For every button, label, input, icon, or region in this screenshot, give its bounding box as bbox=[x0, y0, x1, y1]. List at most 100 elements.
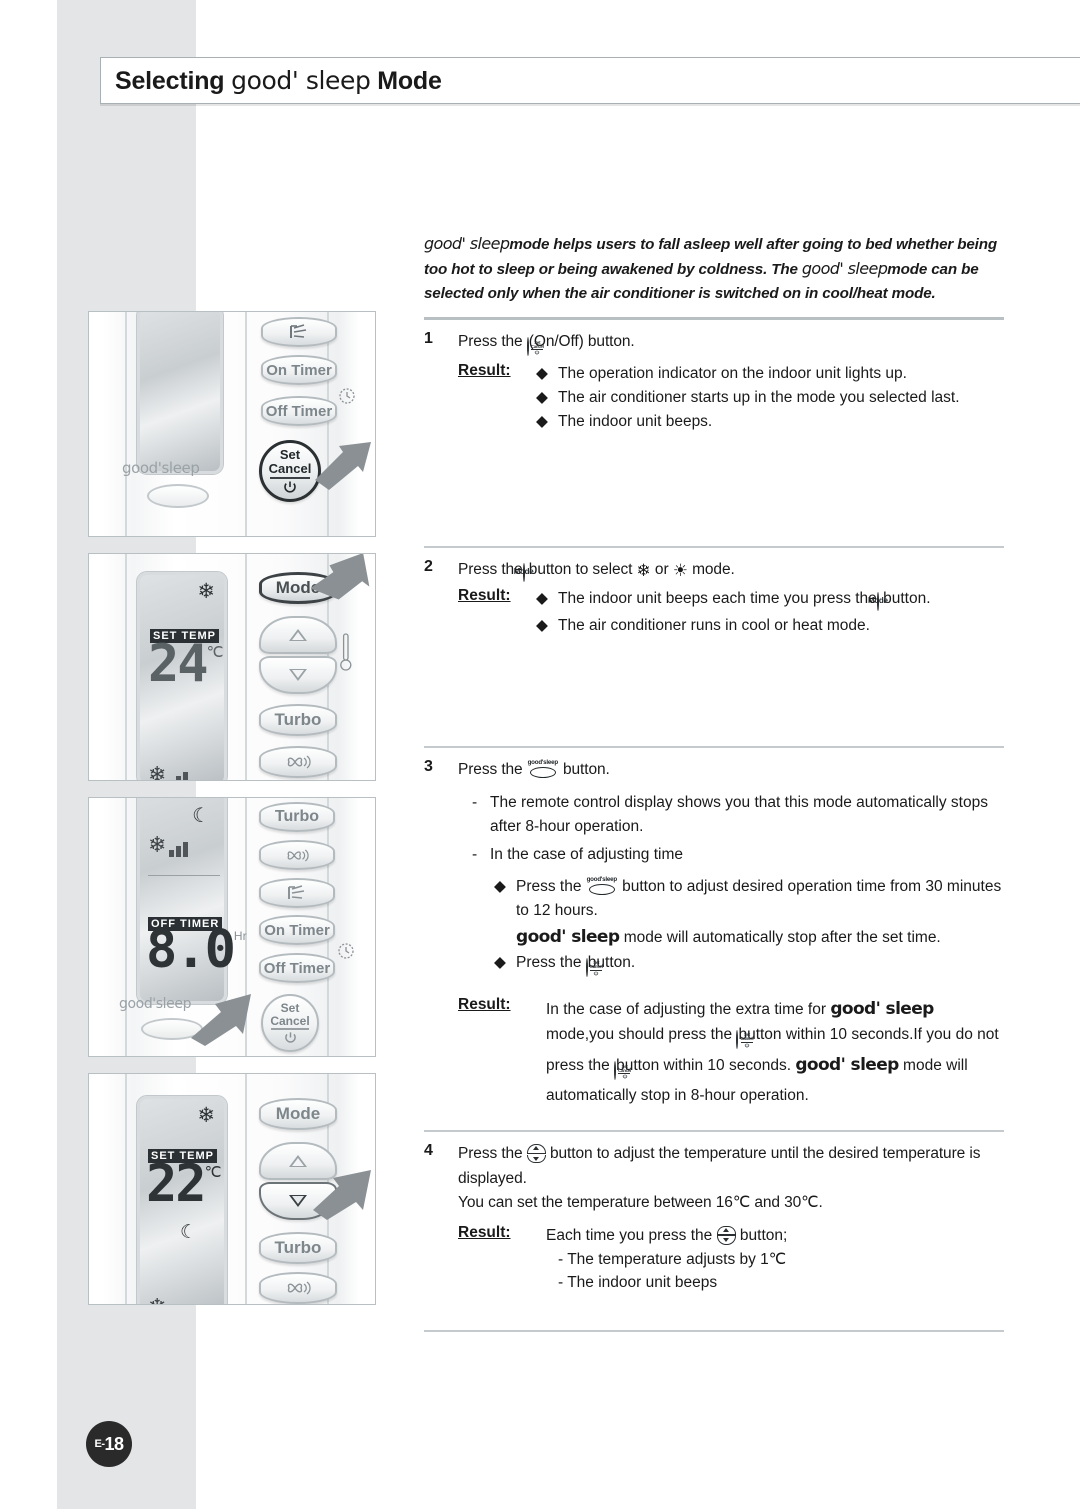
result-items: In the case of adjusting the extra time … bbox=[536, 996, 1004, 1108]
step-4: 4 Press the button to adjust the tempera… bbox=[424, 1142, 1004, 1215]
fan-speed-button[interactable] bbox=[259, 840, 335, 870]
lcd-content: ☾ ❄ OFF TIMER 8.0Hr bbox=[140, 798, 247, 1001]
panel-step1: good'sleep On Timer Off Timer Set Cancel bbox=[88, 311, 376, 537]
power-icon bbox=[284, 1032, 296, 1043]
set-cancel-button[interactable]: Set Cancel bbox=[259, 440, 321, 502]
step-text-a: Press the bbox=[458, 333, 523, 351]
set-cancel-button[interactable]: Set Cancel bbox=[261, 994, 319, 1052]
intro-brand: good' sleep bbox=[424, 234, 510, 253]
fan-speed-button[interactable] bbox=[259, 1272, 337, 1304]
cursor-arrow-icon bbox=[191, 994, 251, 1046]
fan-icon bbox=[287, 755, 311, 769]
step-number: 3 bbox=[424, 758, 433, 776]
result-line1-b: mode,you bbox=[546, 1025, 615, 1043]
step-1: 1 Press the Set Cancel (On/Off) button. bbox=[424, 330, 1004, 359]
result-item: ◆ The operation indicator on the indoor u… bbox=[536, 362, 1004, 386]
step-text: Press the good'sleep button. bbox=[458, 758, 1004, 782]
off-timer-button[interactable]: Off Timer bbox=[261, 396, 337, 426]
power-icon bbox=[284, 481, 296, 493]
lcd-screen: ❄ SET TEMP 24℃ ❄ bbox=[136, 571, 228, 780]
step-text-b: button to select bbox=[528, 560, 633, 578]
fan-icon: ❄ bbox=[148, 1297, 166, 1305]
step-text-a: Press the bbox=[458, 1145, 523, 1163]
good-sleep-button[interactable] bbox=[147, 484, 209, 508]
cursor-arrow-icon bbox=[311, 554, 370, 600]
temperature-unit: ℃ bbox=[206, 644, 224, 661]
fan-speed-bars-icon bbox=[169, 772, 189, 780]
diamond-bullet-icon: ◆ bbox=[536, 617, 548, 635]
lcd-content: ❄ SET TEMP 22℃ ☾ ❄ bbox=[140, 1099, 224, 1305]
page-title-lead: Selecting bbox=[115, 66, 225, 95]
panel-step4: ❄ SET TEMP 22℃ ☾ ❄ Mode Turbo bbox=[88, 1073, 376, 1305]
divider bbox=[270, 476, 310, 479]
diamond-bullet-icon: ◆ bbox=[536, 412, 548, 430]
step-2: 2 Press the Mode button to select ❄ or ☀ … bbox=[424, 558, 1004, 585]
cancel-label: Cancel bbox=[268, 461, 312, 476]
bullet-text: Press the Set Cancel button. bbox=[516, 951, 635, 980]
set-label: Set bbox=[279, 447, 301, 463]
result-text-a: The indoor unit beeps each time you pres… bbox=[558, 590, 877, 608]
lcd-screen: ☾ ❄ OFF TIMER 8.0Hr bbox=[136, 798, 247, 1005]
fan-speed-button[interactable] bbox=[259, 746, 337, 778]
timer-unit: Hr bbox=[233, 929, 247, 943]
on-timer-button[interactable]: On Timer bbox=[259, 915, 335, 945]
turbo-button[interactable]: Turbo bbox=[259, 1232, 337, 1264]
result-item: ◆ The indoor unit beeps. bbox=[536, 410, 1004, 434]
air-swing-button[interactable] bbox=[259, 878, 335, 908]
result-line3-c: mode will bbox=[903, 1057, 968, 1075]
off-timer-button[interactable]: Off Timer bbox=[259, 953, 335, 983]
illustration-column: good'sleep On Timer Off Timer Set Cancel bbox=[88, 311, 376, 1305]
divider bbox=[424, 1130, 1004, 1133]
cursor-arrow-icon bbox=[315, 442, 371, 490]
intro-line2-brand: good' sleep bbox=[801, 258, 888, 278]
temp-up-arrow-icon bbox=[289, 1155, 307, 1167]
page-number-prefix: E- bbox=[94, 1438, 105, 1450]
step-text: Press the Mode button to select ❄ or ☀ mo… bbox=[458, 558, 1004, 585]
turbo-button[interactable]: Turbo bbox=[259, 704, 337, 736]
result-text: The indoor unit beeps. bbox=[558, 412, 713, 430]
temperature-value: 24 bbox=[148, 634, 209, 694]
divider bbox=[424, 1330, 1004, 1333]
air-swing-icon bbox=[290, 324, 307, 338]
air-swing-button[interactable] bbox=[261, 317, 337, 347]
cancel-label: Cancel bbox=[270, 1013, 310, 1028]
remote-divider bbox=[245, 554, 247, 780]
step-3-note: good' sleep mode will automatically stop… bbox=[516, 927, 1004, 947]
good-sleep-label: good'sleep bbox=[119, 996, 192, 1012]
divider bbox=[424, 746, 1004, 749]
intro-line2-b: mode can bbox=[887, 260, 957, 278]
result-line4: automatically stop in 8-hour operation. bbox=[546, 1086, 809, 1104]
mode-icon: Mode bbox=[868, 592, 888, 612]
on-timer-button[interactable]: On Timer bbox=[261, 355, 337, 385]
page-title: Selecting good' sleep Mode bbox=[115, 66, 442, 96]
instructions-content: good' sleepmode helps users to fall asle… bbox=[424, 232, 1004, 1342]
temp-updown-icon bbox=[526, 1144, 546, 1164]
set-label: Set bbox=[280, 1000, 300, 1015]
dash-bullet-icon: - bbox=[472, 845, 478, 863]
fan-icon bbox=[287, 848, 309, 862]
fan-speed-indicator: ❄ bbox=[148, 835, 189, 857]
turbo-button[interactable]: Turbo bbox=[259, 802, 335, 832]
dash-text: In the case of adjusting time bbox=[490, 845, 684, 863]
snowflake-icon: ❄ bbox=[636, 560, 651, 581]
step-text: Press the button to adjust the temperatu… bbox=[458, 1142, 1004, 1215]
set-cancel-icon: Set Cancel bbox=[614, 1061, 631, 1081]
temp-up-button[interactable] bbox=[259, 616, 337, 654]
remote-divider bbox=[245, 1074, 247, 1304]
mode-button[interactable]: Mode bbox=[259, 1098, 337, 1130]
fan-speed-indicator: ❄ bbox=[148, 1297, 188, 1305]
result-line3-brand: good' sleep bbox=[795, 1055, 899, 1076]
note-rest: mode will automatically stop after the s… bbox=[623, 928, 941, 946]
step-4-result: Result: Each time you press the button; … bbox=[458, 1224, 1004, 1295]
step-text-a: Press the bbox=[458, 761, 523, 779]
good-sleep-icon: good'sleep bbox=[527, 759, 559, 780]
page-title-bar: Selecting good' sleep Mode bbox=[100, 57, 1080, 104]
divider bbox=[424, 317, 1004, 321]
result-line2-a: should press the bbox=[618, 1025, 733, 1043]
snowflake-icon: ❄ bbox=[197, 579, 215, 603]
bullet-item: ◆ Press the good'sleep button to adjust … bbox=[494, 875, 1004, 923]
bullet-item: ◆ Press the Set Cancel button. bbox=[494, 951, 1004, 980]
result-sub-1: - The temperature adjusts by 1℃ bbox=[558, 1250, 787, 1268]
diamond-bullet-icon: ◆ bbox=[536, 388, 548, 406]
page-title-tail: Mode bbox=[377, 66, 442, 95]
